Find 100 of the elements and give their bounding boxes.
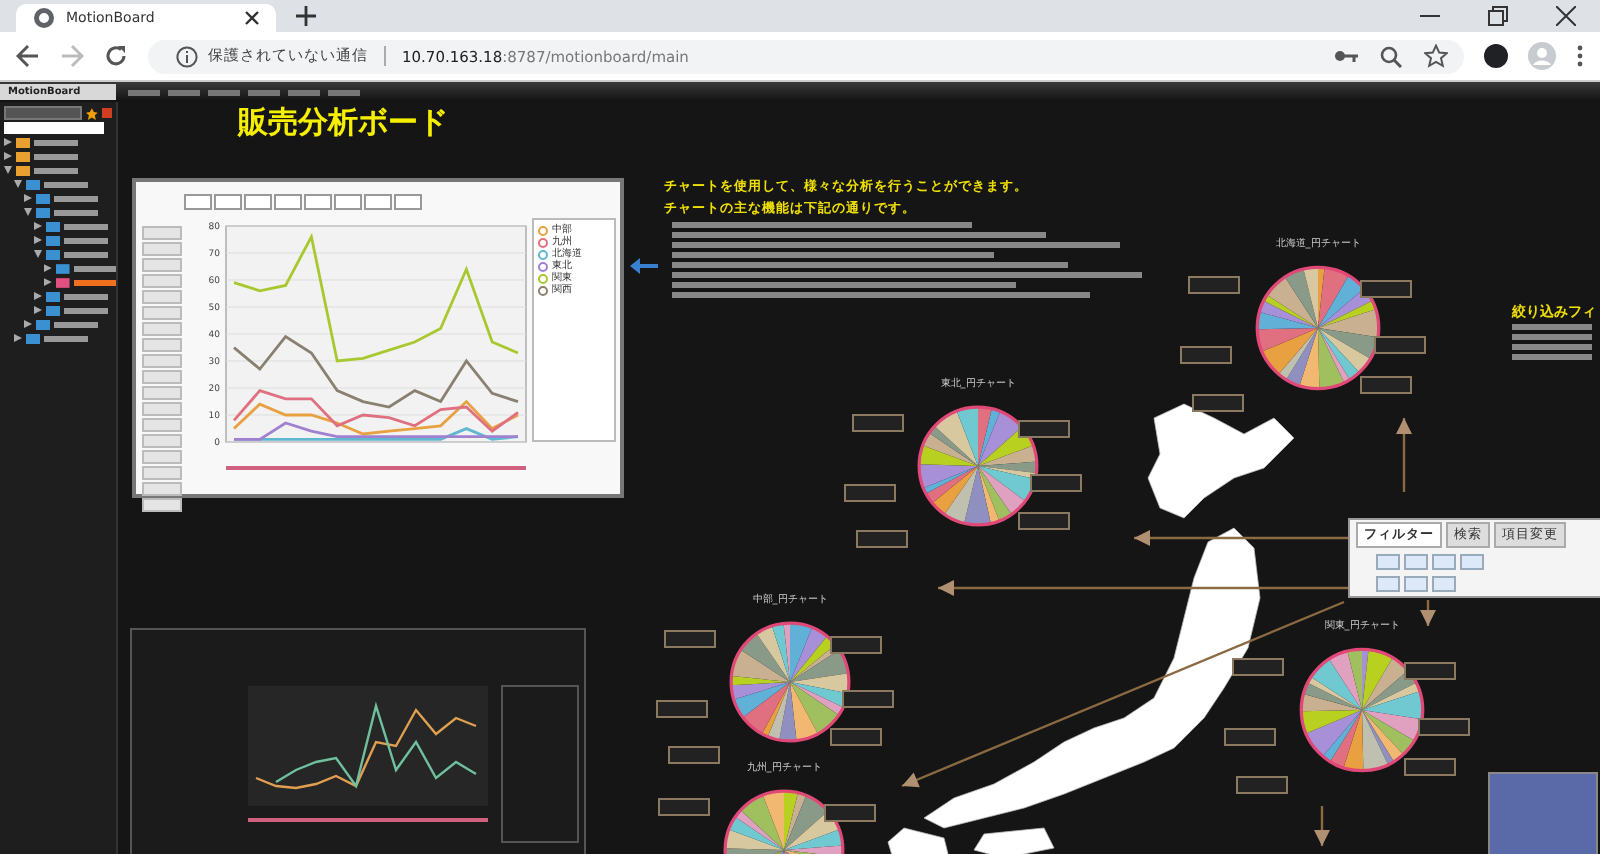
collapse-icon[interactable] xyxy=(24,208,32,216)
callout-label xyxy=(667,746,720,764)
star-icon[interactable] xyxy=(86,107,99,119)
info-icon[interactable] xyxy=(176,45,198,67)
chart-tab[interactable] xyxy=(214,194,242,210)
callout-label xyxy=(843,483,896,502)
plus-icon[interactable] xyxy=(296,6,316,26)
callout-label xyxy=(663,630,716,649)
callout-label xyxy=(1373,336,1426,355)
callout-label xyxy=(824,803,876,822)
callout-label xyxy=(830,728,882,747)
menu-item[interactable] xyxy=(168,89,200,95)
expand-icon[interactable] xyxy=(4,138,12,146)
tree-item[interactable] xyxy=(64,293,108,299)
option-button[interactable] xyxy=(1432,576,1456,592)
tree-item[interactable] xyxy=(54,209,98,215)
board-title: 販売分析ボード xyxy=(238,104,448,142)
option-button[interactable] xyxy=(1460,554,1484,570)
callout-label xyxy=(1360,376,1412,395)
tree-item[interactable] xyxy=(54,321,98,327)
chart-tab[interactable] xyxy=(244,194,272,210)
menu-item[interactable] xyxy=(288,89,320,95)
menu-item[interactable] xyxy=(248,89,280,95)
globe-icon xyxy=(32,6,56,30)
option-button[interactable] xyxy=(1404,554,1428,570)
menu-item[interactable] xyxy=(328,89,360,95)
search-field[interactable] xyxy=(4,122,104,134)
callout-label xyxy=(1192,394,1245,412)
tree-item[interactable] xyxy=(73,265,116,271)
tree-item[interactable] xyxy=(34,167,78,173)
collapse-icon[interactable] xyxy=(4,166,12,174)
tree-item[interactable] xyxy=(54,195,98,201)
tree-item[interactable] xyxy=(64,237,108,243)
collapse-icon[interactable] xyxy=(34,250,42,258)
option-button[interactable] xyxy=(1376,554,1400,570)
option-button[interactable] xyxy=(1376,576,1400,592)
restore-icon[interactable] xyxy=(1488,6,1508,26)
menu-item[interactable] xyxy=(208,89,240,95)
pie-chart xyxy=(1296,644,1428,776)
forward-arrow-icon[interactable] xyxy=(60,44,84,68)
expand-icon[interactable] xyxy=(34,306,42,314)
callout-label xyxy=(1188,275,1241,294)
callout-label xyxy=(1417,718,1470,737)
callout-label xyxy=(855,530,908,548)
chart-tab[interactable] xyxy=(394,194,422,210)
close-icon[interactable] xyxy=(1556,6,1576,26)
blurred-text xyxy=(1512,324,1592,330)
arrow xyxy=(1396,418,1412,492)
tree-item[interactable] xyxy=(73,279,116,285)
pie-chart xyxy=(1252,262,1384,394)
callout-label xyxy=(842,690,895,709)
callout-label xyxy=(1179,345,1232,364)
option-button[interactable] xyxy=(1432,554,1456,570)
tree-item[interactable] xyxy=(44,181,88,187)
pie-chart xyxy=(914,402,1042,530)
callout-label xyxy=(1404,661,1456,680)
blurred-text xyxy=(1512,334,1592,340)
callout-label xyxy=(1018,419,1070,438)
back-arrow-icon[interactable] xyxy=(16,44,40,68)
tree-item[interactable] xyxy=(44,335,88,341)
expand-icon[interactable] xyxy=(14,334,22,342)
expand-icon[interactable] xyxy=(34,236,42,244)
reload-icon[interactable] xyxy=(104,44,128,68)
expand-icon[interactable] xyxy=(44,264,52,272)
option-button[interactable] xyxy=(1404,576,1428,592)
chart-tab[interactable] xyxy=(364,194,392,210)
expand-icon[interactable] xyxy=(24,194,32,202)
chart-tab[interactable] xyxy=(304,194,332,210)
tree-item[interactable] xyxy=(64,223,108,229)
tree-item[interactable] xyxy=(34,139,78,145)
chart-tab[interactable] xyxy=(274,194,302,210)
pie-chart xyxy=(726,618,854,746)
tree-item[interactable] xyxy=(64,307,108,313)
tree-item[interactable] xyxy=(34,153,78,159)
close-icon[interactable] xyxy=(244,10,260,26)
expand-icon[interactable] xyxy=(34,292,42,300)
callout-label xyxy=(1030,474,1083,493)
callout-label xyxy=(1236,776,1289,794)
collapse-icon[interactable] xyxy=(14,180,22,188)
arrow xyxy=(1420,600,1436,626)
key-icon[interactable] xyxy=(1334,48,1358,64)
tree-item[interactable] xyxy=(64,251,108,257)
expand-icon[interactable] xyxy=(34,222,42,230)
callout-label xyxy=(851,414,904,433)
extension-icon[interactable] xyxy=(1484,44,1508,68)
expand-icon[interactable] xyxy=(24,320,32,328)
expand-icon[interactable] xyxy=(44,278,52,286)
menu-item[interactable] xyxy=(128,89,160,95)
callout-label xyxy=(1232,657,1285,676)
callout-label xyxy=(1404,758,1456,777)
menu-icon[interactable] xyxy=(1576,44,1584,68)
chart-tab[interactable] xyxy=(334,194,362,210)
callout-label xyxy=(1223,727,1276,746)
expand-icon[interactable] xyxy=(4,152,12,160)
chart-tab[interactable] xyxy=(184,194,212,210)
callout-label xyxy=(1018,512,1070,531)
arrow xyxy=(1314,806,1330,846)
zoom-icon[interactable] xyxy=(1380,45,1402,67)
star-icon[interactable] xyxy=(1424,44,1448,68)
callout-label xyxy=(657,798,710,817)
